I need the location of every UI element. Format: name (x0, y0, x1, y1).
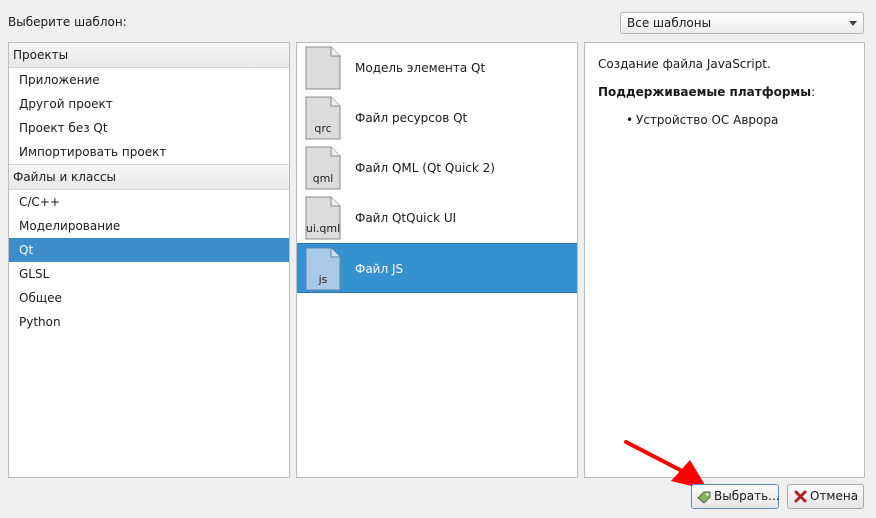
platform-list: Устройство ОС Аврора (598, 113, 851, 127)
template-prompt-label: Выберите шаблон: (8, 15, 127, 29)
category-list[interactable]: Проекты Приложение Другой проект Проект … (8, 42, 290, 478)
template-label: Файл JS (355, 262, 404, 276)
category-item-qt[interactable]: Qt (9, 238, 289, 262)
template-item-qt-resource-file[interactable]: qrc Файл ресурсов Qt (297, 93, 577, 143)
template-item-js-file[interactable]: js Файл JS (297, 243, 577, 293)
qml-file-icon: qml (305, 146, 341, 190)
template-label: Файл QML (Qt Quick 2) (355, 161, 495, 175)
template-description-text: Создание файла JavaScript. (598, 57, 771, 71)
category-group-header: Проекты (9, 43, 289, 68)
category-item-cpp[interactable]: C/C++ (9, 190, 289, 214)
close-icon (794, 490, 807, 503)
file-extension-label: js (318, 273, 328, 286)
qrc-file-icon: qrc (305, 96, 341, 140)
cancel-button[interactable]: Отмена (787, 484, 864, 509)
template-item-qtquick-ui-file[interactable]: ui.qml Файл QtQuick UI (297, 193, 577, 243)
category-item-modeling[interactable]: Моделирование (9, 214, 289, 238)
category-item-non-qt-project[interactable]: Проект без Qt (9, 116, 289, 140)
template-item-qt-item-model[interactable]: Модель элемента Qt (297, 43, 577, 93)
template-filter-value: Все шаблоны (627, 16, 712, 30)
category-item-application[interactable]: Приложение (9, 68, 289, 92)
uiqml-file-icon: ui.qml (305, 196, 341, 240)
choose-button[interactable]: Выбрать... (691, 484, 780, 509)
choose-icon (697, 491, 711, 504)
blank-file-icon (305, 46, 341, 90)
category-item-import-project[interactable]: Импортировать проект (9, 140, 289, 164)
template-filter-combobox[interactable]: Все шаблоны (620, 12, 864, 34)
platform-list-item: Устройство ОС Аврора (598, 113, 851, 127)
file-extension-label: qrc (314, 122, 332, 135)
js-file-icon: js (305, 247, 341, 291)
category-item-general[interactable]: Общее (9, 286, 289, 310)
template-label: Файл ресурсов Qt (355, 111, 468, 125)
category-group-header: Файлы и классы (9, 164, 289, 190)
file-extension-label: ui.qml (305, 222, 341, 235)
category-item-other-project[interactable]: Другой проект (9, 92, 289, 116)
category-item-python[interactable]: Python (9, 310, 289, 334)
category-item-glsl[interactable]: GLSL (9, 262, 289, 286)
template-label: Файл QtQuick UI (355, 211, 457, 225)
chevron-down-icon (849, 21, 857, 26)
template-description-panel: Создание файла JavaScript. Поддерживаемы… (584, 42, 865, 478)
template-item-qml-file[interactable]: qml Файл QML (Qt Quick 2) (297, 143, 577, 193)
template-label: Модель элемента Qt (355, 61, 486, 75)
file-extension-label: qml (312, 172, 334, 185)
supported-platforms-heading: Поддерживаемые платформы: (598, 85, 816, 99)
template-list[interactable]: Модель элемента Qt qrc Файл ресурсов Qt … (296, 42, 578, 478)
